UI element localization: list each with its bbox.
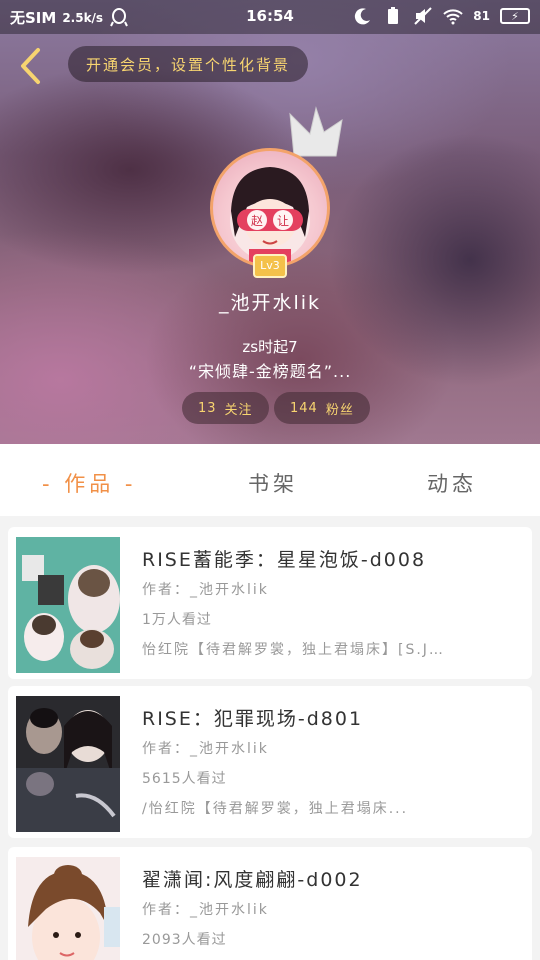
status-bar: 无SIM 2.5k/s 16:54 81 ⚡ (0, 0, 540, 34)
mute-icon (414, 7, 433, 25)
fans-button[interactable]: 144 粉丝 (274, 392, 370, 424)
following-label: 关注 (224, 402, 253, 418)
tab-bookshelf[interactable]: 书架 (248, 468, 298, 498)
battery-level: 81 (473, 9, 490, 23)
avatar-illustration: 赵 让 (230, 167, 310, 265)
avatar-container[interactable]: 赵 让 (210, 106, 343, 268)
svg-text:让: 让 (277, 214, 289, 228)
book-views: 5615人看过 (142, 771, 227, 787)
book-description: /怡红院【待君解罗裳，独上君塌床... (142, 801, 409, 817)
book-title: RISE蓄能季：星星泡饭-d008 (142, 549, 427, 571)
book-views: 2093人看过 (142, 932, 227, 948)
avatar[interactable]: 赵 让 (210, 148, 330, 268)
battery-icon: ⚡ (500, 8, 530, 24)
book-card[interactable]: RISE：犯罪现场-d801 作者：_池开水lik 5615人看过 /怡红院【待… (8, 686, 532, 838)
level-badge: Lv3 (253, 254, 287, 278)
wifi-icon (443, 9, 463, 25)
fans-label: 粉丝 (325, 402, 354, 418)
chevron-left-icon (21, 48, 40, 84)
book-title: RISE：犯罪现场-d801 (142, 708, 364, 730)
book-cover[interactable] (16, 857, 120, 960)
book-description: 怡红院【待君解罗裳，独上君塌床】[S.J… (142, 642, 445, 658)
book-card[interactable]: RISE蓄能季：星星泡饭-d008 作者：_池开水lik 1万人看过 怡红院【待… (8, 527, 532, 679)
book-author: 作者：_池开水lik (142, 582, 269, 598)
vip-background-button[interactable]: 开通会员，设置个性化背景 (68, 46, 309, 82)
book-card[interactable]: 翟潇闻:风度翩翩-d002 作者：_池开水lik 2093人看过 (8, 847, 532, 960)
book-views: 1万人看过 (142, 612, 212, 628)
book-cover[interactable] (16, 696, 120, 832)
fans-count: 144 (290, 400, 318, 416)
battery-saver-icon (388, 7, 399, 24)
bio-line-2: “宋倾肆-金榜题名”... (188, 362, 352, 381)
back-button[interactable] (14, 46, 46, 86)
tab-works[interactable]: - 作品 - (42, 468, 137, 498)
username: _池开水lik (218, 292, 322, 314)
tab-moments[interactable]: 动态 (427, 468, 477, 498)
profile-tabs: - 作品 - 书架 动态 (0, 444, 540, 516)
svg-text:赵: 赵 (251, 214, 263, 228)
book-author: 作者：_池开水lik (142, 902, 269, 918)
book-title: 翟潇闻:风度翩翩-d002 (142, 869, 363, 891)
moon-icon (355, 8, 371, 25)
book-cover[interactable] (16, 537, 120, 673)
bio-line-1: zs时起7 (242, 338, 298, 356)
following-button[interactable]: 13 关注 (182, 392, 269, 424)
following-count: 13 (198, 400, 217, 416)
profile-header: 无SIM 2.5k/s 16:54 81 ⚡ 开通会员，设置个性化背景 赵 让 … (0, 0, 540, 444)
book-author: 作者：_池开水lik (142, 741, 269, 757)
